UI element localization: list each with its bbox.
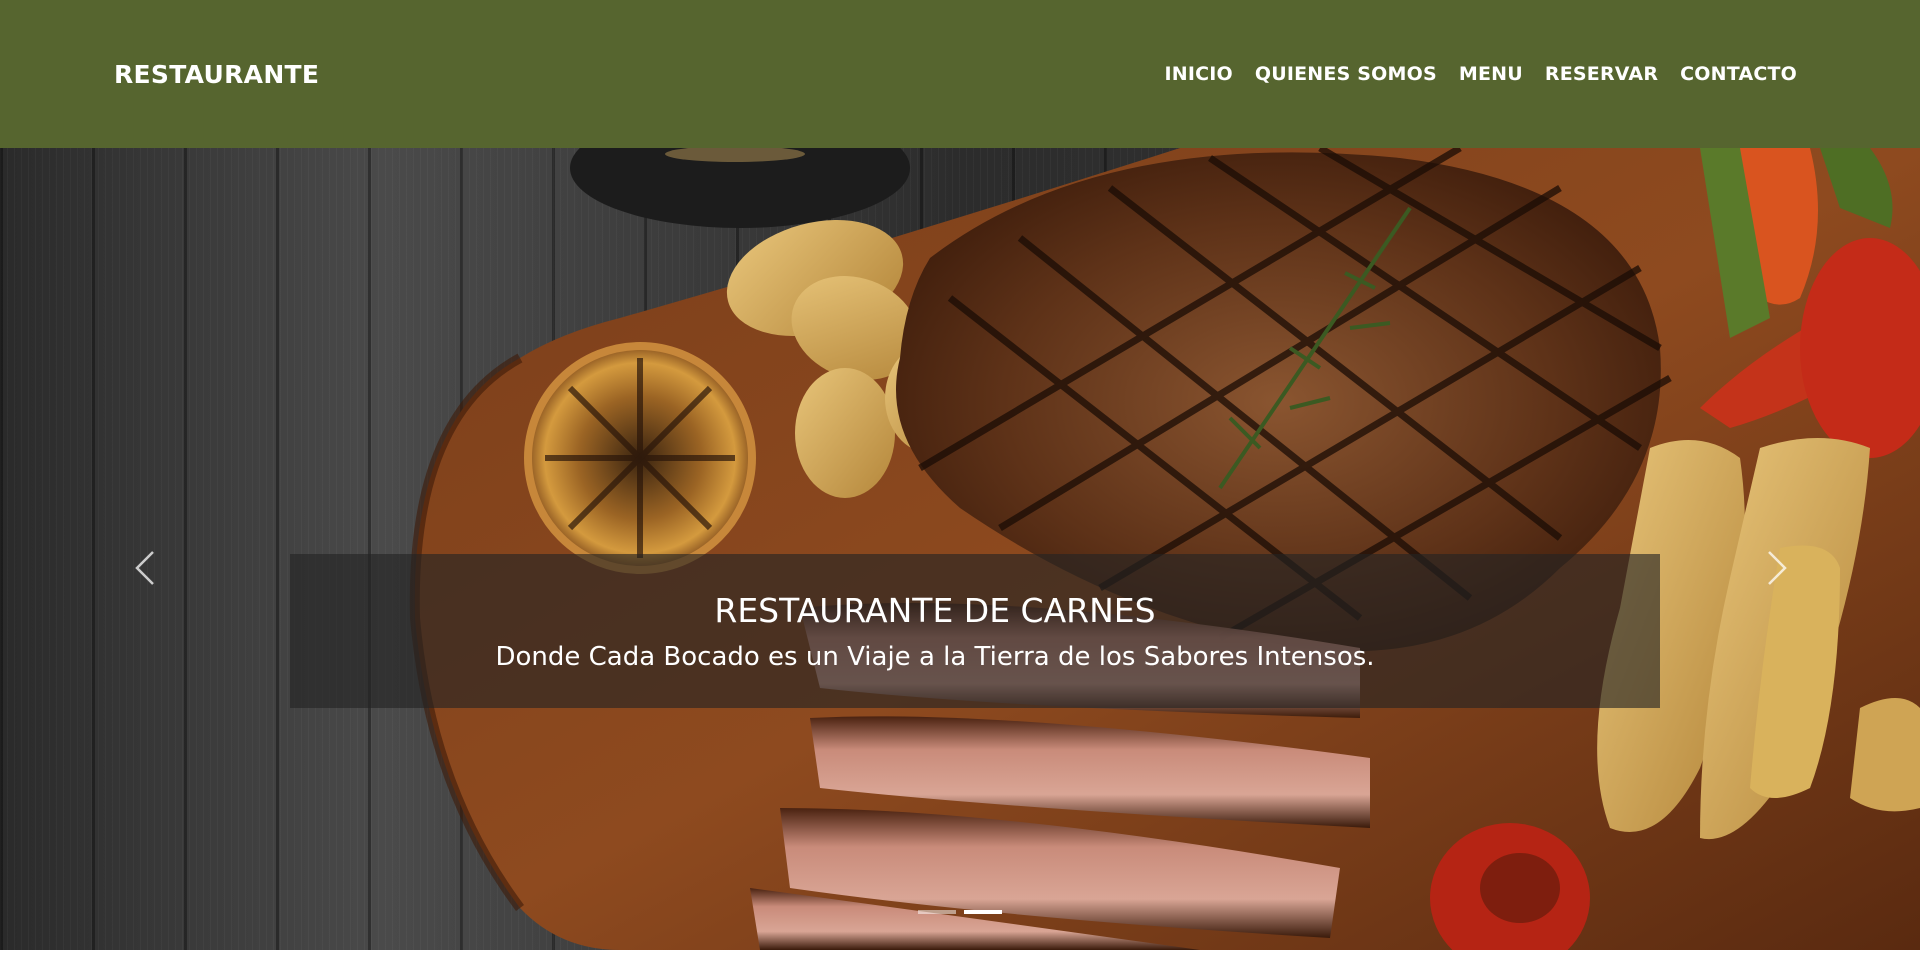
hero-image	[409, 148, 1920, 950]
carousel-prev-button[interactable]	[115, 528, 175, 608]
nav-link-reservar[interactable]: RESERVAR	[1545, 63, 1658, 85]
carousel-indicators	[918, 910, 1002, 914]
hero-carousel: RESTAURANTE DE CARNES Donde Cada Bocado …	[0, 148, 1920, 950]
carousel-next-button[interactable]	[1747, 528, 1807, 608]
nav-link-contacto[interactable]: CONTACTO	[1680, 63, 1797, 85]
navbar: RESTAURANTE INICIO QUIENES SOMOS MENU RE…	[0, 0, 1920, 148]
page-bottom-edge	[0, 950, 1920, 960]
nav-menu: INICIO QUIENES SOMOS MENU RESERVAR CONTA…	[1164, 63, 1797, 85]
nav-link-menu[interactable]: MENU	[1459, 63, 1523, 85]
carousel-indicator-1[interactable]	[918, 910, 956, 914]
carousel-indicator-2[interactable]	[964, 910, 1002, 914]
carousel-caption: RESTAURANTE DE CARNES Donde Cada Bocado …	[290, 554, 1660, 708]
nav-link-quienes-somos[interactable]: QUIENES SOMOS	[1255, 63, 1437, 85]
chevron-right-icon	[1768, 551, 1787, 585]
chevron-left-icon	[135, 551, 154, 585]
hero-title: RESTAURANTE DE CARNES	[714, 590, 1156, 630]
hero-subtitle: Donde Cada Bocado es un Viaje a la Tierr…	[495, 641, 1375, 672]
brand-logo[interactable]: RESTAURANTE	[114, 60, 319, 89]
nav-link-inicio[interactable]: INICIO	[1164, 63, 1232, 85]
